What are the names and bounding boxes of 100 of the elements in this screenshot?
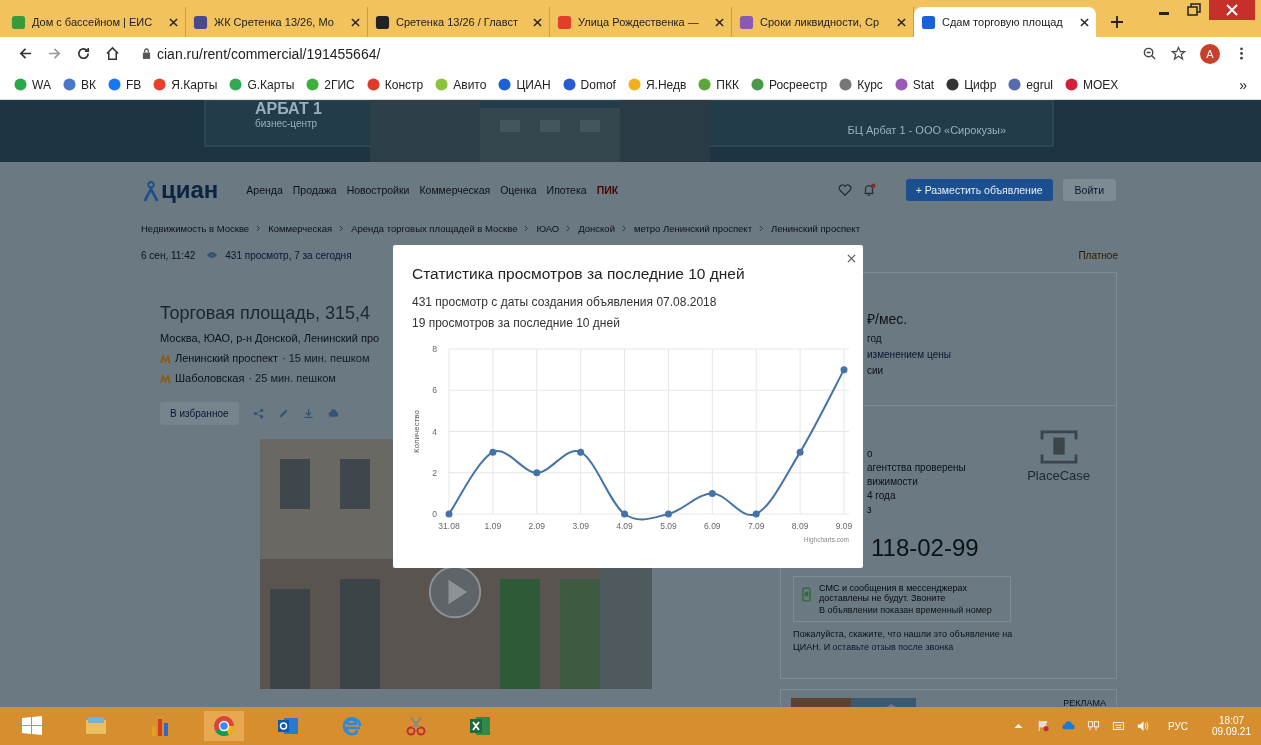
price-history-link[interactable]: изменением цены [867,349,1106,360]
bookmark[interactable]: Цифр [946,77,997,92]
browser-tab[interactable]: Сроки ликвидности, Ср [732,7,914,37]
data-point [752,510,760,518]
paid-label: Платное [1078,249,1118,261]
bookmark[interactable]: Stat [894,77,935,92]
close-icon[interactable] [897,17,906,27]
metro-icon [160,373,171,383]
post-ad-button[interactable]: + Разместить объявление [905,179,1053,201]
nav-link[interactable]: ПИК [596,184,619,196]
bookmark[interactable]: Domof [562,77,616,92]
x-tick-label: 1.09 [484,521,502,531]
nav-link[interactable]: Ипотека [546,184,587,196]
browser-tab[interactable]: Сдам торговую площад [914,7,1096,37]
breadcrumb-link[interactable]: Недвижимость в Москве [141,222,250,234]
bookmark-label: ВК [80,77,96,92]
offer-text: сии [867,365,885,376]
url-text[interactable]: cian.ru/rent/commercial/191455664/ [157,45,1128,62]
flag-icon[interactable] [1037,720,1051,732]
y-tick-label: 0 [432,509,437,519]
bookmark-label: ПКК [716,77,739,92]
close-icon[interactable] [169,17,178,27]
nav-link[interactable]: Новостройки [346,184,410,196]
breadcrumb-link[interactable]: ЮАО [536,222,560,234]
browser-tab[interactable]: Улица Рождественка — [550,7,732,37]
chevron-icon [256,224,262,232]
y-tick-label: 2 [432,467,437,478]
browser-tab[interactable]: ЖК Сретенка 13/26, Мо [186,7,368,37]
profile-avatar[interactable]: A [1200,43,1220,64]
close-icon[interactable] [533,17,542,27]
bookmark[interactable]: egrul [1008,77,1053,92]
more-bookmarks-button[interactable]: » [1239,76,1247,93]
close-icon[interactable] [715,17,724,27]
metro-station[interactable]: Ленинский проспект [175,352,279,364]
reload-icon[interactable] [76,46,91,61]
keyboard-icon[interactable] [1112,720,1126,732]
close-icon[interactable] [351,17,360,27]
bookmark[interactable]: Констр [366,77,424,92]
browser-tab[interactable]: Сретенка 13/26 / Главст [368,7,550,37]
nav-link[interactable]: Аренда [246,184,283,196]
bookmark[interactable]: Я.Недв [627,77,687,92]
network-icon[interactable] [1087,720,1101,732]
agent-text: вижимости [867,476,919,487]
x-tick-label: 5.09 [660,521,677,531]
bookmark[interactable]: Я.Карты [153,77,218,92]
bookmark[interactable]: 2ГИС [306,77,355,92]
bookmark[interactable]: WA [14,77,51,92]
zoom-icon[interactable] [1142,46,1157,61]
close-icon[interactable] [847,254,856,263]
logo-text: циан [161,178,219,202]
breadcrumb-link[interactable]: Коммерческая [268,222,333,234]
bookmark[interactable]: G.Карты [229,77,295,92]
close-icon[interactable] [1080,17,1089,27]
metro-station[interactable]: Шаболовская [175,372,245,384]
breadcrumb-link[interactable]: метро Ленинский проспект [633,222,752,234]
bookmark[interactable]: Росреестр [750,77,828,92]
bookmark[interactable]: MOEX [1065,77,1119,92]
home-icon[interactable] [105,46,120,61]
data-point [533,469,541,477]
walk-time: · 15 мин. пешком [282,352,370,364]
login-button[interactable]: Войти [1062,179,1116,201]
banner-subtitle: бизнес-центр [255,118,319,129]
banner-title: АРБАТ 1 [255,100,322,118]
bookmark[interactable]: ПКК [698,77,739,92]
offer-text: год [867,333,883,344]
close-window-icon[interactable] [1209,0,1255,20]
bookmark-label: Авито [453,77,487,92]
views-link[interactable]: 431 просмотр, 7 за сегодня [225,249,352,261]
speaker-icon[interactable] [1137,720,1151,732]
breadcrumb-link[interactable]: Ленинский проспект [771,222,860,234]
chevron-icon [621,224,627,232]
browser-tab[interactable]: Дом с бассейном | ЕИС [4,7,186,37]
eye-icon [206,251,219,259]
listing-address: Москва, ЮАО, р-н Донской, Ленинский про [160,332,381,344]
nav-link[interactable]: Продажа [292,184,337,196]
bookmark-label: FB [125,77,142,92]
agent-text: з [867,504,873,515]
bookmark[interactable]: ВК [62,77,96,92]
star-icon[interactable] [1171,46,1186,61]
back-icon[interactable] [18,46,33,61]
data-point [840,366,848,374]
bookmark[interactable]: ЦИАН [498,77,551,92]
heart-icon[interactable] [837,183,852,197]
total-views-text: 431 просмотр с даты создания объявления 07.08.2018 [412,295,718,309]
x-tick-label: 6.09 [704,521,721,531]
chrome-icon[interactable] [204,711,244,741]
favorite-button[interactable]: В избранное [160,402,239,425]
forward-icon[interactable] [47,46,62,61]
new-tab-icon[interactable] [1110,15,1124,29]
breadcrumb-link[interactable]: Донской [578,222,615,234]
bookmark-label: Росреестр [768,77,828,92]
nav-link[interactable]: Оценка [500,184,537,196]
bookmark[interactable]: FB [107,77,142,92]
data-point [489,448,497,456]
bookmark[interactable]: Курс [839,77,883,92]
breadcrumb-link[interactable]: Аренда торговых площадей в Москве [351,222,518,234]
bookmark[interactable]: Авито [435,77,487,92]
nav-link[interactable]: Коммерческая [419,184,491,196]
data-point [445,510,453,518]
data-point [796,448,804,456]
